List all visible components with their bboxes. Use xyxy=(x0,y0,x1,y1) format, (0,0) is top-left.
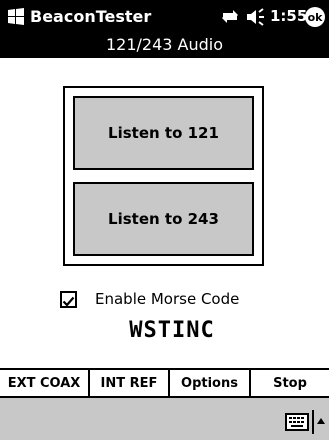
sip-menu-arrow-icon[interactable] xyxy=(312,410,326,434)
input-panel-bar xyxy=(0,398,329,440)
page-title: 121/243 Audio xyxy=(0,34,329,58)
keyboard-icon[interactable] xyxy=(284,411,310,433)
app-title: BeaconTester xyxy=(30,7,152,26)
checkmark-icon xyxy=(62,296,75,307)
title-bar: BeaconTester 1:55 ok xyxy=(0,0,329,34)
windows-start-icon[interactable] xyxy=(5,6,27,28)
morse-checkbox[interactable] xyxy=(60,291,77,308)
bottom-toolbar: EXT COAX INT REF Options Stop xyxy=(0,368,329,398)
morse-code-field[interactable]: WSTINC xyxy=(86,317,258,345)
listen-121-button[interactable]: Listen to 121 xyxy=(73,96,254,170)
speaker-icon xyxy=(247,8,264,26)
clock: 1:55 xyxy=(270,7,308,25)
listen-243-button[interactable]: Listen to 243 xyxy=(73,182,254,256)
ext-coax-button[interactable]: EXT COAX xyxy=(0,370,90,396)
stop-button[interactable]: Stop xyxy=(251,370,329,396)
listen-panel: Listen to 121 Listen to 243 xyxy=(63,86,264,266)
options-button[interactable]: Options xyxy=(170,370,251,396)
connectivity-icon[interactable] xyxy=(221,7,277,27)
morse-checkbox-label: Enable Morse Code xyxy=(95,290,240,308)
ok-button[interactable]: ok xyxy=(305,7,325,27)
int-ref-button[interactable]: INT REF xyxy=(90,370,170,396)
